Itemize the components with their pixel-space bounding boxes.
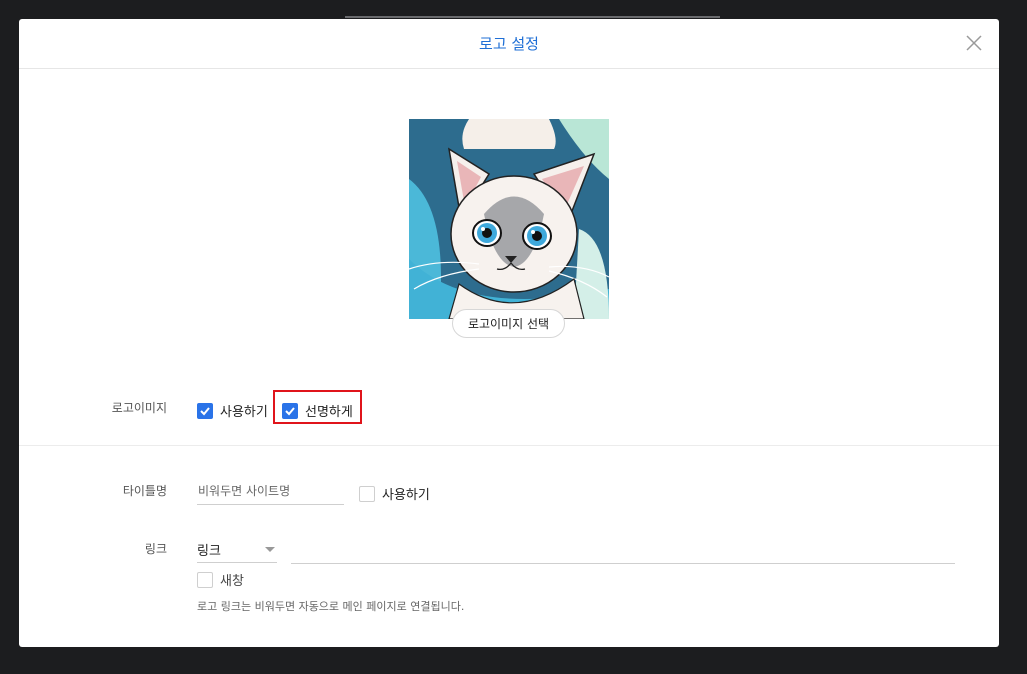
link-label: 링크 [144, 542, 167, 556]
section-divider [19, 445, 999, 446]
logo-image-label: 로고이미지 [111, 401, 167, 415]
new-window-label: 새창 [220, 574, 244, 589]
logo-sharp-checkbox[interactable]: 선명하게 [282, 401, 353, 420]
link-url-input[interactable] [291, 536, 955, 564]
link-type-value: 링크 [197, 544, 221, 559]
logo-sharp-label: 선명하게 [305, 405, 353, 420]
title-use-checkbox[interactable]: 사용하기 [359, 484, 430, 503]
checkbox-unchecked-icon [197, 571, 213, 588]
logo-settings-modal: 로고 설정 로고이미지 선택 로고이미지 사용하기 선명하게 타이틀명 비워두면… [19, 19, 999, 647]
new-window-checkbox[interactable]: 새창 [197, 570, 244, 589]
modal-header: 로고 설정 [19, 19, 999, 69]
link-type-select[interactable]: 링크 [197, 536, 277, 563]
title-use-label: 사용하기 [382, 488, 430, 503]
background-toolbar-edge [345, 16, 720, 18]
close-icon[interactable] [964, 33, 984, 53]
logo-use-label: 사용하기 [220, 405, 268, 420]
logo-use-checkbox[interactable]: 사용하기 [197, 401, 268, 420]
title-label: 타이틀명 [122, 484, 167, 498]
dropdown-arrow-icon [265, 547, 275, 552]
link-help-text: 로고 링크는 비워두면 자동으로 메인 페이지로 연결됩니다. [197, 600, 465, 613]
logo-preview-image [409, 119, 609, 319]
modal-title: 로고 설정 [479, 35, 539, 53]
title-input[interactable] [197, 477, 344, 505]
checkbox-unchecked-icon [359, 485, 375, 502]
checkbox-checked-icon [197, 402, 213, 419]
choose-logo-image-button[interactable]: 로고이미지 선택 [452, 309, 565, 338]
checkbox-checked-icon [282, 402, 298, 419]
